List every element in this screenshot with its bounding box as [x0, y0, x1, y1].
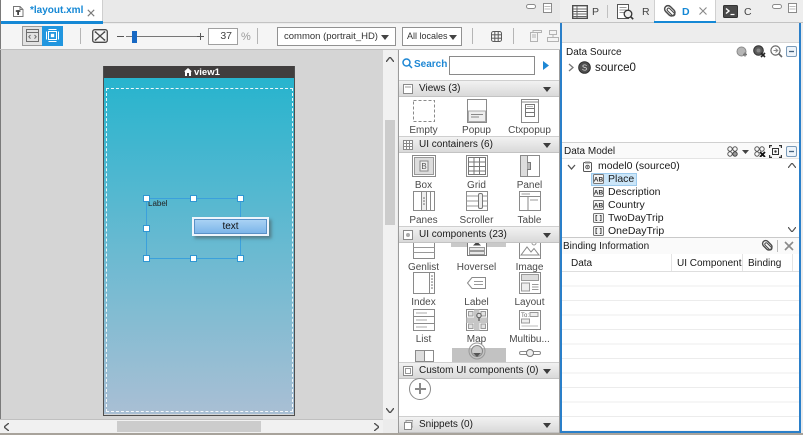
svg-text:AB: AB — [594, 177, 604, 184]
svg-text:S: S — [582, 64, 587, 73]
svg-text:AB: AB — [594, 203, 604, 210]
svg-text:AB: AB — [594, 190, 604, 197]
svg-text:To:: To: — [521, 313, 529, 319]
svg-text:B: B — [421, 162, 426, 171]
